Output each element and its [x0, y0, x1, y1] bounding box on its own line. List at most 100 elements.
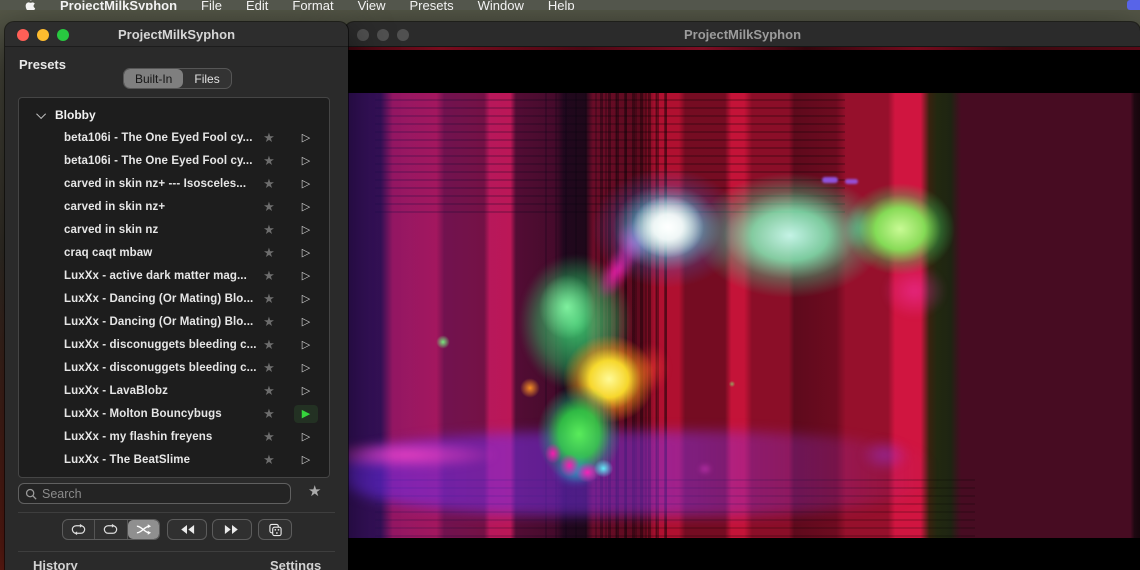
- preset-row[interactable]: LuxXx - my flashin freyens ★ ▷: [19, 425, 329, 448]
- preset-name[interactable]: LuxXx - The BeatSlime: [64, 454, 259, 466]
- preset-name[interactable]: craq caqt mbaw: [64, 247, 259, 259]
- cycle-button[interactable]: [95, 520, 127, 539]
- search-field[interactable]: [18, 483, 291, 504]
- menubar-menu-item[interactable]: Edit: [246, 0, 268, 10]
- play-button[interactable]: ▷: [294, 428, 318, 446]
- close-button[interactable]: [17, 29, 29, 41]
- play-button[interactable]: ▷: [294, 451, 318, 469]
- previous-preset-button[interactable]: [167, 519, 207, 540]
- preset-row[interactable]: carved in skin nz+ --- Isosceles... ★ ▷: [19, 172, 329, 195]
- menubar-menu-item[interactable]: File: [201, 0, 222, 10]
- viz-purple-wash: [345, 93, 1140, 538]
- play-button[interactable]: ▷: [294, 175, 318, 193]
- preset-row[interactable]: LuxXx - disconuggets bleeding c... ★ ▷: [19, 333, 329, 356]
- preset-titlebar[interactable]: ProjectMilkSyphon: [5, 22, 348, 47]
- star-icon[interactable]: ★: [259, 452, 279, 468]
- star-icon[interactable]: ★: [259, 176, 279, 192]
- zoom-button-inactive[interactable]: [397, 29, 409, 41]
- play-button[interactable]: ▷: [294, 152, 318, 170]
- close-button-inactive[interactable]: [357, 29, 369, 41]
- preset-name[interactable]: carved in skin nz+ --- Isosceles...: [64, 178, 259, 190]
- preset-name[interactable]: LuxXx - Dancing (Or Mating) Blo...: [64, 293, 259, 305]
- preset-name[interactable]: LuxXx - Dancing (Or Mating) Blo...: [64, 316, 259, 328]
- play-icon: ▷: [302, 453, 310, 466]
- menubar-menu-item[interactable]: Window: [478, 0, 524, 10]
- chevron-down-icon[interactable]: [36, 109, 46, 119]
- preset-name[interactable]: LuxXx - LavaBlobz: [64, 385, 259, 397]
- preset-name[interactable]: LuxXx - my flashin freyens: [64, 431, 259, 443]
- play-button[interactable]: ▷: [294, 221, 318, 239]
- preset-row[interactable]: carved in skin nz ★ ▷: [19, 218, 329, 241]
- menubar-menu-item[interactable]: Format: [292, 0, 333, 10]
- star-icon[interactable]: ★: [259, 337, 279, 353]
- preset-row[interactable]: carved in skin nz+ ★ ▷: [19, 195, 329, 218]
- menubar-notification-badge[interactable]: [1127, 0, 1140, 10]
- viz-blob-magenta-dot-a: [542, 440, 564, 467]
- preset-name[interactable]: beta106i - The One Eyed Fool cy...: [64, 155, 259, 167]
- play-button[interactable]: ▷: [294, 198, 318, 216]
- shuffle-button[interactable]: [128, 520, 159, 539]
- preset-name[interactable]: LuxXx - disconuggets bleeding c...: [64, 362, 259, 374]
- preset-name[interactable]: LuxXx - Molton Bouncybugs: [64, 408, 259, 420]
- preset-row[interactable]: beta106i - The One Eyed Fool cy... ★ ▷: [19, 149, 329, 172]
- preset-row[interactable]: LuxXx - Dancing (Or Mating) Blo... ★ ▷: [19, 287, 329, 310]
- preset-row[interactable]: LuxXx - LavaBlobz ★ ▷: [19, 379, 329, 402]
- star-icon[interactable]: ★: [259, 406, 279, 422]
- star-icon[interactable]: ★: [259, 360, 279, 376]
- tab-files[interactable]: Files: [183, 69, 230, 88]
- preset-row[interactable]: LuxXx - Dancing (Or Mating) Blo... ★ ▷: [19, 310, 329, 333]
- star-icon[interactable]: ★: [259, 268, 279, 284]
- preset-row[interactable]: LuxXx - disconuggets bleeding c... ★ ▷: [19, 356, 329, 379]
- star-icon[interactable]: ★: [259, 222, 279, 238]
- apple-logo-icon[interactable]: [24, 0, 36, 10]
- preset-name[interactable]: carved in skin nz+: [64, 201, 259, 213]
- menubar-menu-item[interactable]: Presets: [410, 0, 454, 10]
- random-preset-button[interactable]: [258, 519, 292, 540]
- preset-name[interactable]: beta106i - The One Eyed Fool cy...: [64, 132, 259, 144]
- play-button[interactable]: ▷: [294, 382, 318, 400]
- minimize-button[interactable]: [37, 29, 49, 41]
- play-icon: ▷: [302, 361, 310, 374]
- play-button[interactable]: ▷: [294, 359, 318, 377]
- star-icon[interactable]: ★: [259, 291, 279, 307]
- play-icon: ▷: [302, 154, 310, 167]
- preset-row[interactable]: LuxXx - The BeatSlime ★ ▷: [19, 448, 329, 471]
- star-icon[interactable]: ★: [259, 383, 279, 399]
- zoom-button[interactable]: [57, 29, 69, 41]
- menubar-menu-item[interactable]: Help: [548, 0, 575, 10]
- preset-row[interactable]: craq caqt mbaw ★ ▷: [19, 241, 329, 264]
- star-icon[interactable]: ★: [259, 245, 279, 261]
- minimize-button-inactive[interactable]: [377, 29, 389, 41]
- preset-name[interactable]: LuxXx - active dark matter mag...: [64, 270, 259, 282]
- preset-group-row[interactable]: Blobby: [19, 104, 329, 126]
- preset-row[interactable]: LuxXx - active dark matter mag... ★ ▷: [19, 264, 329, 287]
- play-icon: ▷: [302, 200, 310, 213]
- star-icon[interactable]: ★: [259, 429, 279, 445]
- play-button[interactable]: ▷: [294, 129, 318, 147]
- play-button[interactable]: ▷: [294, 336, 318, 354]
- play-button[interactable]: ▷: [294, 244, 318, 262]
- menubar-app-name[interactable]: ProjectMilkSyphon: [60, 0, 177, 10]
- next-preset-button[interactable]: [212, 519, 252, 540]
- menubar-menu-item[interactable]: View: [358, 0, 386, 10]
- search-input[interactable]: [42, 487, 284, 501]
- repeat-button[interactable]: [63, 520, 95, 539]
- preset-row[interactable]: beta106i - The One Eyed Fool cy... ★ ▷: [19, 126, 329, 149]
- history-section-header[interactable]: History: [33, 558, 78, 570]
- preset-name[interactable]: LuxXx - disconuggets bleeding c...: [64, 339, 259, 351]
- settings-section-header[interactable]: Settings: [270, 558, 321, 570]
- tab-built-in[interactable]: Built-In: [124, 69, 183, 88]
- visualizer-titlebar[interactable]: ProjectMilkSyphon: [345, 22, 1140, 47]
- preset-name[interactable]: carved in skin nz: [64, 224, 259, 236]
- play-button[interactable]: ▷: [294, 290, 318, 308]
- star-icon[interactable]: ★: [259, 314, 279, 330]
- viz-top-strip: [345, 47, 1140, 50]
- star-icon[interactable]: ★: [259, 199, 279, 215]
- favorites-filter-star-icon[interactable]: ★: [308, 482, 321, 500]
- preset-row[interactable]: LuxXx - Molton Bouncybugs ★ ▶: [19, 402, 329, 425]
- star-icon[interactable]: ★: [259, 130, 279, 146]
- star-icon[interactable]: ★: [259, 153, 279, 169]
- play-button[interactable]: ▶: [294, 405, 318, 423]
- play-button[interactable]: ▷: [294, 313, 318, 331]
- play-button[interactable]: ▷: [294, 267, 318, 285]
